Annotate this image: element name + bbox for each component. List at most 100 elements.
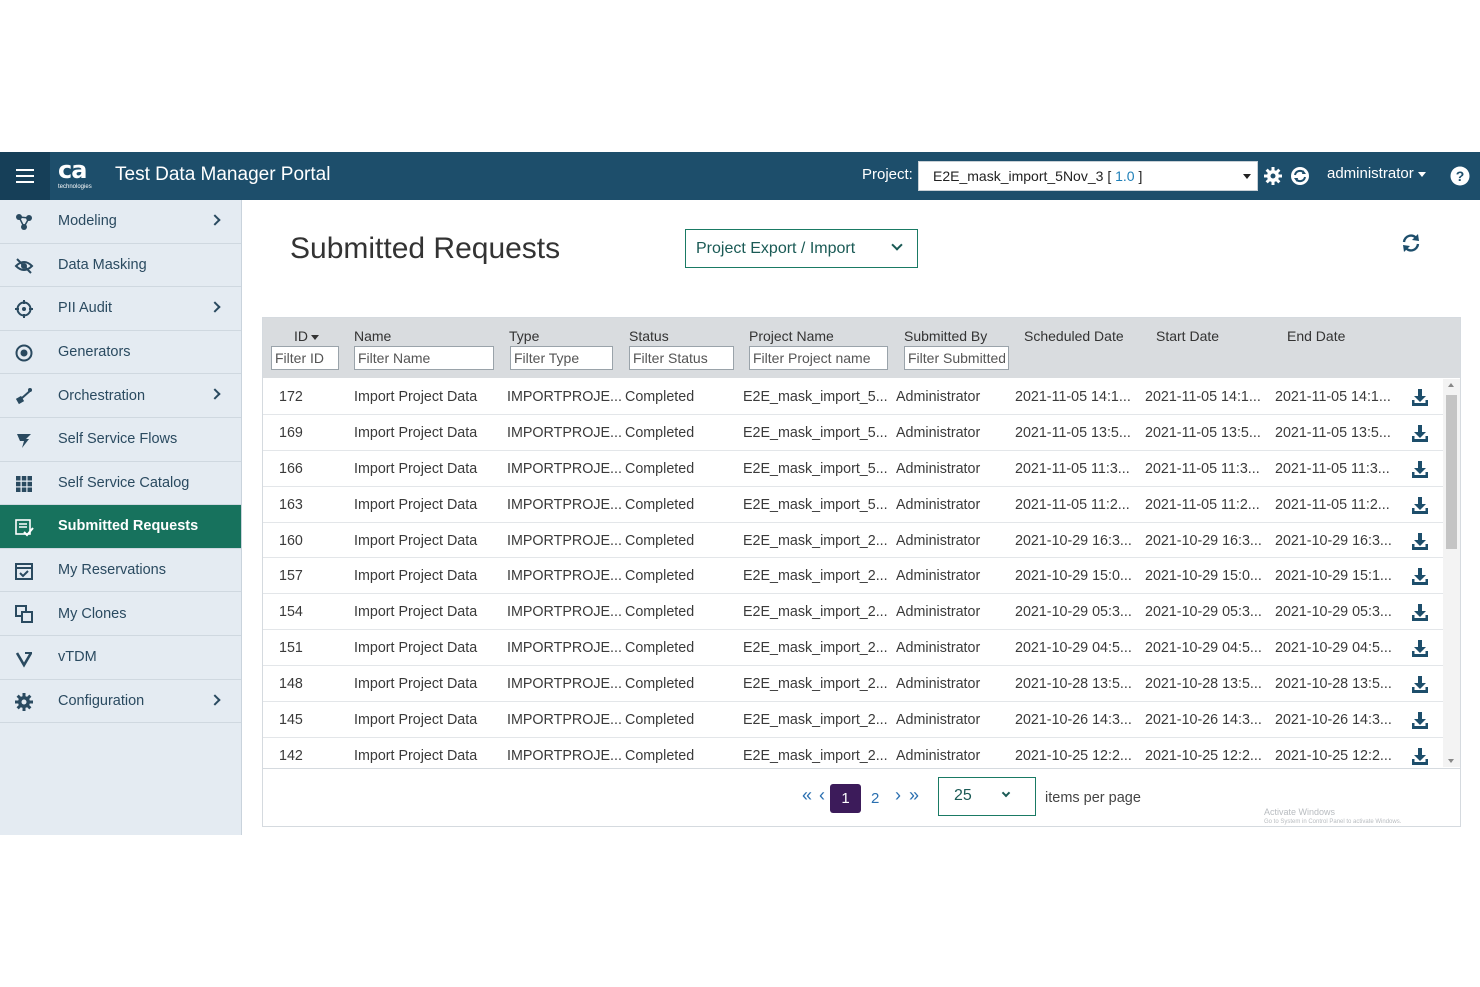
table-row[interactable]: 142 Import Project Data IMPORTPROJE... Comp…: [263, 738, 1443, 767]
column-header-type[interactable]: Type: [509, 328, 539, 344]
download-icon[interactable]: [1410, 495, 1430, 515]
column-header-scheduled-date[interactable]: Scheduled Date: [1024, 328, 1124, 344]
table-cell: Completed: [625, 389, 695, 405]
sidebar-item-data-masking[interactable]: Data Masking: [0, 244, 241, 288]
gear-icon[interactable]: [1263, 166, 1283, 186]
table-cell: 151: [279, 640, 303, 657]
scroll-thumb[interactable]: [1446, 395, 1457, 549]
column-header-id[interactable]: ID: [294, 328, 319, 344]
column-header-submitted-by[interactable]: Submitted By: [904, 328, 987, 344]
download-icon[interactable]: [1410, 531, 1430, 551]
download-icon[interactable]: [1410, 674, 1430, 694]
filter-submitted-by-input[interactable]: [904, 346, 1009, 370]
page-1-button[interactable]: 1: [830, 784, 861, 813]
column-header-project-name[interactable]: Project Name: [749, 328, 834, 344]
help-icon[interactable]: ?: [1450, 166, 1470, 186]
table-row[interactable]: 154 Import Project Data IMPORTPROJE... Comp…: [263, 594, 1443, 631]
caret-down-icon: [1417, 171, 1426, 177]
table-row[interactable]: 145 Import Project Data IMPORTPROJE... Comp…: [263, 702, 1443, 738]
menu-toggle-button[interactable]: [0, 152, 50, 200]
request-type-select[interactable]: Project Export / Import: [685, 229, 918, 268]
download-icon[interactable]: [1410, 602, 1430, 622]
scroll-up-icon[interactable]: [1448, 383, 1454, 387]
sidebar-item-label: Self Service Catalog: [58, 474, 190, 491]
sidebar-item-configuration[interactable]: Configuration: [0, 680, 241, 724]
sidebar-item-my-reservations[interactable]: My Reservations: [0, 549, 241, 593]
table-row[interactable]: 169 Import Project Data IMPORTPROJE... Comp…: [263, 415, 1443, 451]
sidebar-item-vtdm[interactable]: vTDM: [0, 636, 241, 680]
sidebar-item-self-service-catalog[interactable]: Self Service Catalog: [0, 462, 241, 506]
vertical-scrollbar[interactable]: [1443, 379, 1460, 767]
sidebar-item-submitted-requests[interactable]: Submitted Requests: [0, 505, 241, 549]
sidebar-item-pii-audit[interactable]: PII Audit: [0, 287, 241, 331]
table-cell: 2021-10-29 16:3...: [1145, 532, 1262, 549]
filter-status-input[interactable]: [629, 346, 734, 370]
table-cell: 172: [279, 389, 303, 405]
scroll-down-icon[interactable]: [1448, 759, 1454, 763]
sidebar-item-modeling[interactable]: Modeling: [0, 200, 241, 244]
table-cell: Administrator: [896, 568, 981, 585]
table-cell: E2E_mask_import_5...: [743, 389, 888, 405]
table-cell: Completed: [625, 568, 695, 585]
sidebar-item-label: vTDM: [58, 649, 97, 666]
page-2-button[interactable]: 2: [871, 790, 879, 807]
table-cell: IMPORTPROJE...: [507, 532, 622, 549]
generators-icon: [15, 344, 33, 362]
refresh-icon[interactable]: [1400, 232, 1422, 254]
table-row[interactable]: 166 Import Project Data IMPORTPROJE... Comp…: [263, 451, 1443, 487]
sidebar-item-self-service-flows[interactable]: Self Service Flows: [0, 418, 241, 462]
table-row[interactable]: 151 Import Project Data IMPORTPROJE... Comp…: [263, 630, 1443, 667]
table-cell: IMPORTPROJE...: [507, 496, 622, 513]
column-header-status[interactable]: Status: [629, 328, 669, 344]
download-icon[interactable]: [1410, 423, 1430, 443]
sidebar-item-orchestration[interactable]: Orchestration: [0, 374, 241, 418]
items-per-page-select[interactable]: 25: [938, 777, 1036, 816]
table-cell: Administrator: [896, 604, 981, 621]
sidebar-item-my-clones[interactable]: My Clones: [0, 592, 241, 636]
first-page-button[interactable]: «: [802, 785, 812, 806]
sidebar-item-label: Submitted Requests: [58, 518, 199, 535]
project-name: E2E_mask_import_5Nov_3: [933, 168, 1104, 184]
table-cell: 154: [279, 604, 303, 621]
filter-project-name-input[interactable]: [749, 346, 888, 370]
sidebar-item-generators[interactable]: Generators: [0, 331, 241, 375]
table-cell: IMPORTPROJE...: [507, 712, 622, 729]
modeling-icon: [16, 214, 32, 230]
table-row[interactable]: 160 Import Project Data IMPORTPROJE... Comp…: [263, 523, 1443, 559]
watermark-title: Activate Windows: [1264, 807, 1336, 817]
table-cell: Completed: [625, 676, 695, 693]
download-icon[interactable]: [1410, 638, 1430, 658]
table-cell: IMPORTPROJE...: [507, 568, 622, 585]
prev-page-button[interactable]: ‹: [819, 785, 825, 806]
column-header-name[interactable]: Name: [354, 328, 391, 344]
sync-icon[interactable]: [1290, 166, 1310, 186]
table-row[interactable]: 163 Import Project Data IMPORTPROJE... Comp…: [263, 487, 1443, 523]
table-cell: 2021-10-26 14:3...: [1015, 712, 1132, 729]
filter-type-input[interactable]: [510, 346, 613, 370]
orchestration-icon: [15, 388, 32, 405]
gear-icon: [15, 692, 33, 711]
filter-id-input[interactable]: [271, 346, 339, 370]
download-icon[interactable]: [1410, 387, 1430, 407]
table-cell: 160: [279, 532, 303, 549]
table-cell: 2021-11-05 11:3...: [1145, 460, 1260, 477]
column-header-end-date[interactable]: End Date: [1287, 328, 1345, 344]
table-row[interactable]: 148 Import Project Data IMPORTPROJE... Comp…: [263, 666, 1443, 703]
project-select[interactable]: E2E_mask_import_5Nov_3 [ 1.0 ]: [918, 161, 1258, 191]
requests-icon: [15, 519, 34, 537]
last-page-button[interactable]: »: [909, 785, 919, 806]
reservations-icon: [15, 562, 33, 580]
download-icon[interactable]: [1410, 459, 1430, 479]
download-icon[interactable]: [1410, 566, 1430, 586]
filter-name-input[interactable]: [354, 346, 494, 370]
user-menu[interactable]: administrator: [1327, 165, 1426, 182]
next-page-button[interactable]: ›: [895, 785, 901, 806]
table-cell: 2021-10-29 05:3...: [1015, 604, 1132, 621]
table-row[interactable]: 157 Import Project Data IMPORTPROJE... Comp…: [263, 558, 1443, 595]
table-cell: E2E_mask_import_2...: [743, 676, 888, 693]
download-icon[interactable]: [1410, 746, 1430, 766]
column-title: Project Name: [749, 328, 834, 344]
table-row[interactable]: 172 Import Project Data IMPORTPROJE... Comp…: [263, 379, 1443, 415]
download-icon[interactable]: [1410, 710, 1430, 730]
column-header-start-date[interactable]: Start Date: [1156, 328, 1219, 344]
